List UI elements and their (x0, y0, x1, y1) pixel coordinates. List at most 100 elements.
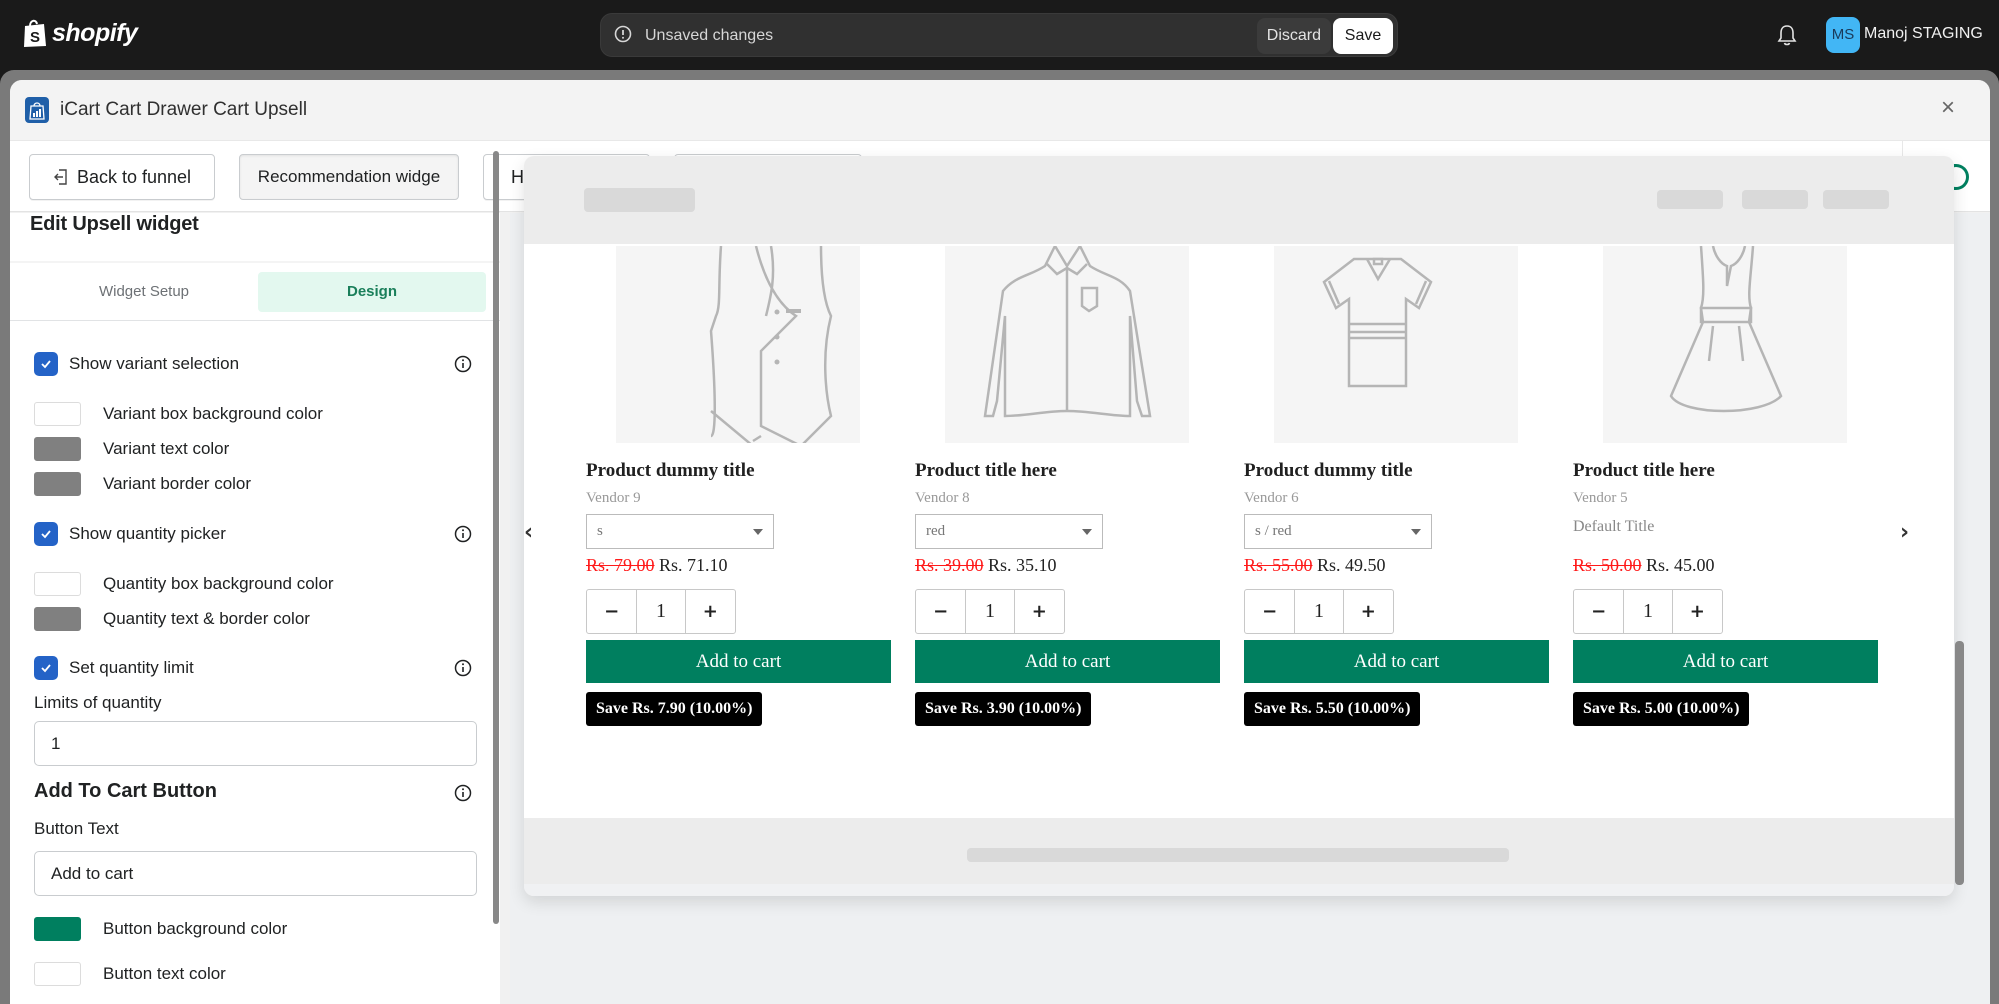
product-image[interactable] (945, 246, 1189, 443)
quantity-increase-button[interactable]: + (1344, 590, 1393, 633)
color-swatch[interactable] (34, 402, 81, 426)
discard-button[interactable]: Discard (1256, 18, 1331, 54)
product-title[interactable]: Product dummy title (1244, 460, 1413, 482)
show-quantity-picker-checkbox[interactable] (34, 522, 58, 546)
quantity-increase-button[interactable]: + (1015, 590, 1064, 633)
add-to-cart-button[interactable]: Add to cart (586, 640, 891, 683)
product-vendor: Vendor 9 (586, 490, 641, 506)
recommendation-widget-button[interactable]: Recommendation widge (239, 154, 459, 200)
button-text-label: Button Text (34, 819, 119, 838)
variant-select[interactable]: s (586, 514, 774, 549)
vest-icon (709, 246, 833, 443)
quantity-stepper: − 1 + (915, 589, 1065, 634)
compare-at-price: Rs. 55.00 (1244, 555, 1313, 575)
sale-price: Rs. 71.10 (659, 555, 728, 575)
product-image[interactable] (1274, 246, 1518, 443)
caret-down-icon (1411, 529, 1421, 535)
savings-badge: Save Rs. 3.90 (10.00%) (915, 692, 1092, 726)
shopify-top-bar: S shopify Unsaved changes Discard Save M… (0, 0, 1999, 70)
quantity-decrease-button[interactable]: − (916, 590, 965, 633)
color-swatch[interactable] (34, 437, 81, 461)
variant-box-bg-color-label: Variant box background color (103, 404, 323, 423)
set-quantity-limit-row: Set quantity limit (34, 656, 194, 680)
variant-select[interactable]: s / red (1244, 514, 1432, 549)
color-swatch[interactable] (34, 472, 81, 496)
product-title[interactable]: Product title here (1573, 460, 1715, 482)
product-vendor: Vendor 8 (915, 490, 970, 506)
button-text-color-label: Button text color (103, 964, 226, 983)
button-bg-color-row: Button background color (34, 917, 287, 941)
show-quantity-picker-row: Show quantity picker (34, 522, 226, 546)
add-to-cart-button[interactable]: Add to cart (915, 640, 1220, 683)
savings-badge: Save Rs. 5.50 (10.00%) (1244, 692, 1421, 726)
savings-badge: Save Rs. 5.00 (10.00%) (1573, 692, 1750, 726)
quantity-stepper: − 1 + (586, 589, 736, 634)
store-name[interactable]: Manoj STAGING (1864, 25, 1983, 43)
product-title[interactable]: Product dummy title (586, 460, 755, 482)
info-icon[interactable] (454, 525, 472, 543)
info-icon[interactable] (454, 355, 472, 373)
unsaved-changes-bar: Unsaved changes Discard Save (600, 13, 1398, 57)
add-to-cart-button[interactable]: Add to cart (1244, 640, 1549, 683)
check-icon (41, 664, 51, 673)
shirt-icon (983, 246, 1152, 418)
color-swatch[interactable] (34, 572, 81, 596)
close-icon[interactable]: × (1936, 96, 1960, 120)
quantity-decrease-button[interactable]: − (587, 590, 636, 633)
panel-scrollbar[interactable] (493, 151, 499, 924)
save-button[interactable]: Save (1333, 18, 1393, 54)
product-title[interactable]: Product title here (915, 460, 1057, 482)
savings-badge: Save Rs. 7.90 (10.00%) (586, 692, 763, 726)
quantity-value[interactable]: 1 (965, 590, 1015, 633)
quantity-stepper: − 1 + (1244, 589, 1394, 634)
color-swatch[interactable] (34, 607, 81, 631)
variant-select[interactable]: red (915, 514, 1103, 549)
app-icon (25, 97, 49, 123)
limits-of-quantity-input[interactable] (34, 721, 477, 766)
quantity-increase-button[interactable]: + (686, 590, 735, 633)
quantity-decrease-button[interactable]: − (1245, 590, 1294, 633)
variant-text-color-label: Variant text color (103, 439, 230, 458)
back-to-funnel-label: Back to funnel (76, 166, 192, 187)
compare-at-price: Rs. 39.00 (915, 555, 984, 575)
exit-icon (53, 169, 67, 185)
tab-design[interactable]: Design (258, 272, 486, 312)
carousel-prev-arrow[interactable]: ‹ (524, 520, 533, 545)
quantity-increase-button[interactable]: + (1673, 590, 1722, 633)
sale-price: Rs. 49.50 (1317, 555, 1386, 575)
preview-scrollbar[interactable] (1955, 641, 1964, 885)
quantity-value[interactable]: 1 (1623, 590, 1673, 633)
color-swatch[interactable] (34, 917, 81, 941)
edit-panel: Edit Upsell widget Widget Setup Design S… (10, 213, 500, 1004)
product-image[interactable] (1603, 246, 1847, 443)
info-icon[interactable] (454, 784, 472, 802)
quantity-value[interactable]: 1 (636, 590, 686, 633)
check-icon (41, 360, 51, 369)
tab-widget-setup[interactable]: Widget Setup (30, 272, 258, 312)
unsaved-changes-text: Unsaved changes (645, 27, 774, 44)
tshirt-icon (1322, 257, 1433, 388)
product-image[interactable] (616, 246, 860, 443)
quantity-text-border-color-label: Quantity text & border color (103, 609, 310, 628)
shopify-logo[interactable]: S shopify (22, 18, 138, 48)
info-icon[interactable] (454, 659, 472, 677)
variant-border-color-label: Variant border color (103, 474, 252, 493)
dress-icon (1669, 246, 1783, 413)
add-to-cart-button[interactable]: Add to cart (1573, 640, 1878, 683)
add-to-cart-section-title: Add To Cart Button (34, 780, 217, 802)
carousel-next-arrow[interactable]: › (1900, 520, 1909, 545)
back-to-funnel-button[interactable]: Back to funnel (29, 154, 215, 200)
quantity-value[interactable]: 1 (1294, 590, 1344, 633)
product-price: Rs. 79.00 Rs. 71.10 (586, 555, 728, 576)
quantity-decrease-button[interactable]: − (1574, 590, 1623, 633)
product-vendor: Vendor 6 (1244, 490, 1299, 506)
avatar[interactable]: MS (1826, 17, 1860, 53)
variant-value: s (597, 523, 603, 539)
notification-bell-icon[interactable] (1776, 23, 1798, 47)
set-quantity-limit-checkbox[interactable] (34, 656, 58, 680)
variant-value: red (926, 523, 946, 539)
color-swatch[interactable] (34, 962, 81, 986)
button-text-input[interactable] (34, 851, 477, 896)
check-icon (41, 530, 51, 539)
show-variant-selection-checkbox[interactable] (34, 352, 58, 376)
